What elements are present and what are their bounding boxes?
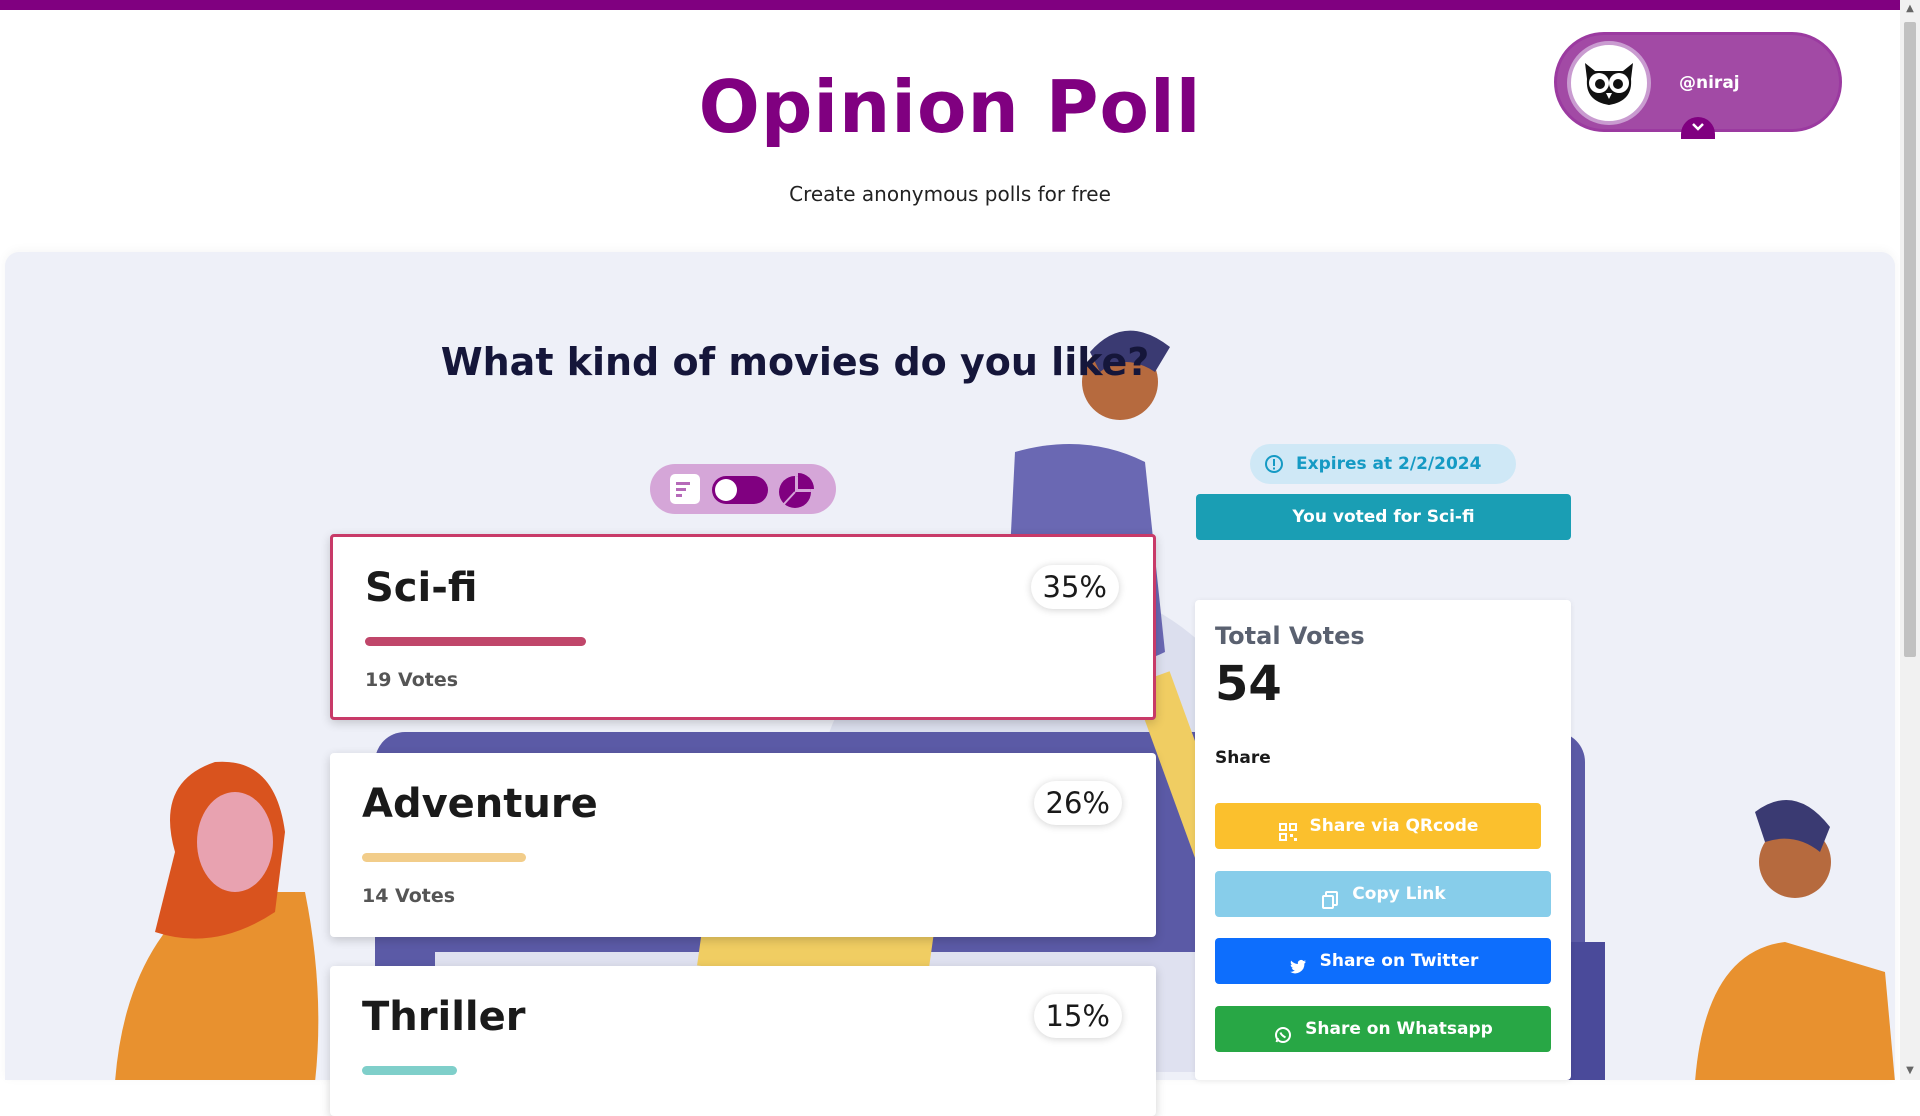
copy-icon [1320, 882, 1340, 909]
poll-option-card[interactable]: Adventure 26% 14 Votes [330, 753, 1156, 937]
option-votes: 19 Votes [365, 669, 459, 691]
user-menu[interactable]: @niraj [1554, 32, 1842, 139]
top-accent-strip [0, 0, 1900, 10]
option-progress-bar [365, 637, 586, 646]
option-label: Sci-fi [365, 565, 478, 611]
pie-view-button[interactable] [776, 470, 816, 510]
total-votes-label: Total Votes [1215, 622, 1365, 650]
scroll-down-icon[interactable]: ▼ [1900, 1062, 1920, 1080]
pie-chart-icon [779, 473, 814, 508]
share-label: Share [1215, 748, 1271, 768]
poll-question: What kind of movies do you like? [440, 340, 1150, 384]
twitter-share-button[interactable]: Share on Twitter [1215, 938, 1551, 984]
share-button-label: Share on Whatsapp [1305, 1019, 1493, 1039]
list-bar-icon [676, 482, 690, 497]
total-votes-value: 54 [1215, 656, 1282, 712]
share-button-label: Copy Link [1352, 884, 1446, 904]
info-icon [1265, 455, 1283, 473]
whatsapp-share-button[interactable]: Share on Whatsapp [1215, 1006, 1551, 1052]
option-progress-bar [362, 853, 526, 862]
expiry-badge: Expires at 2/2/2024 19:38 [1250, 444, 1516, 514]
scroll-thumb[interactable] [1904, 22, 1916, 657]
share-button-label: Share via QRcode [1309, 816, 1479, 836]
share-button-label: Share on Twitter [1319, 951, 1479, 971]
twitter-icon [1288, 949, 1308, 974]
option-percent: 26% [1033, 781, 1122, 825]
username: @niraj [1679, 73, 1740, 93]
poll-option-card[interactable]: Thriller 15% [330, 966, 1156, 1116]
option-progress-bar [362, 1066, 457, 1075]
option-label: Adventure [362, 781, 598, 827]
chevron-down-icon[interactable] [1681, 117, 1715, 139]
option-label: Thriller [362, 994, 526, 1040]
stats-card: Total Votes 54 Share Share via QRcode Cop… [1195, 600, 1571, 1080]
whatsapp-icon [1273, 1017, 1293, 1043]
owl-icon [1585, 63, 1633, 105]
option-percent: 35% [1030, 565, 1119, 609]
qrcode-icon [1278, 814, 1298, 841]
scrollbar[interactable]: ▲ ▼ [1900, 0, 1920, 1080]
option-votes: 14 Votes [362, 885, 456, 907]
avatar [1567, 41, 1651, 125]
bar-view-button[interactable] [670, 474, 700, 504]
option-percent: 15% [1033, 994, 1122, 1038]
voted-status: You voted for Sci-fi [1196, 494, 1571, 540]
copy-share-button[interactable]: Copy Link [1215, 871, 1551, 917]
qrcode-share-button[interactable]: Share via QRcode [1215, 803, 1541, 849]
page-subtitle: Create anonymous polls for free [789, 182, 1111, 206]
scroll-up-icon[interactable]: ▲ [1900, 0, 1920, 18]
poll-option-card[interactable]: Sci-fi 35% 19 Votes [330, 534, 1156, 720]
chart-view-toggle [650, 464, 836, 514]
toggle-knob [715, 479, 737, 501]
view-toggle-switch[interactable] [712, 476, 768, 504]
